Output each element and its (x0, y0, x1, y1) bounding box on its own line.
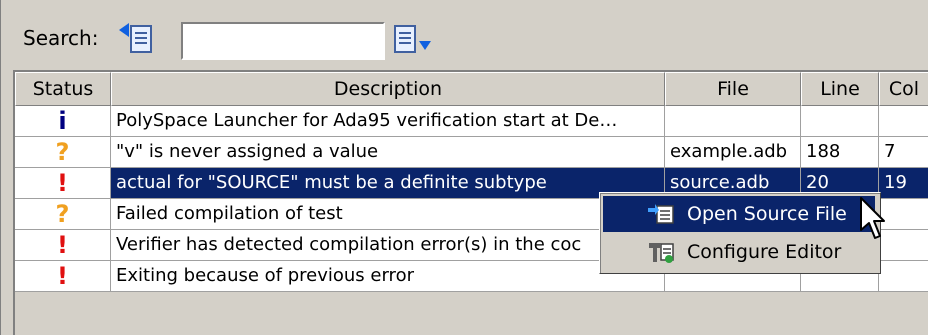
status-cell: ? (15, 137, 111, 168)
open-source-file-icon (639, 203, 683, 225)
status-cell: ! (15, 168, 111, 199)
error-status-icon: ! (57, 262, 68, 290)
col-cell (879, 106, 928, 137)
warning-status-icon: ? (55, 138, 70, 166)
warning-status-icon: ? (55, 200, 70, 228)
search-bar: Search: (9, 12, 921, 64)
menu-item-open-source-file[interactable]: Open Source File (603, 196, 875, 232)
column-header-col[interactable]: Col (879, 72, 928, 106)
column-header-description[interactable]: Description (111, 72, 665, 106)
info-status-icon: i (58, 107, 67, 135)
col-cell: 19 (879, 168, 928, 199)
table-row[interactable]: i PolySpace Launcher for Ada95 verificati… (15, 106, 928, 137)
description-cell: PolySpace Launcher for Ada95 verificatio… (111, 106, 665, 137)
line-cell (801, 106, 879, 137)
status-cell: ? (15, 199, 111, 230)
menu-item-label: Open Source File (687, 203, 847, 225)
file-cell: example.adb (665, 137, 801, 168)
verification-log-panel: Search: Status Description File Line Col… (0, 0, 928, 335)
mouse-pointer-icon (859, 196, 885, 247)
description-cell: Exiting because of previous error (111, 261, 665, 292)
description-cell: "v" is never assigned a value (111, 137, 665, 168)
description-cell: Failed compilation of test (111, 199, 665, 230)
line-cell: 188 (801, 137, 879, 168)
menu-item-label: Configure Editor (687, 241, 842, 263)
search-input[interactable] (181, 22, 385, 60)
configure-editor-icon (639, 240, 683, 264)
column-header-line[interactable]: Line (801, 72, 879, 106)
status-cell: ! (15, 230, 111, 261)
menu-item-configure-editor[interactable]: Configure Editor (603, 234, 875, 270)
status-cell: ! (15, 261, 111, 292)
col-cell (879, 199, 928, 230)
context-menu: Open Source File Configure Editor (599, 192, 881, 274)
col-cell (879, 230, 928, 261)
description-cell: actual for "SOURCE" must be a definite s… (111, 168, 665, 199)
file-cell (665, 106, 801, 137)
search-label: Search: (23, 26, 99, 50)
error-status-icon: ! (57, 231, 68, 259)
table-row[interactable]: ? "v" is never assigned a value example.ad… (15, 137, 928, 168)
column-header-status[interactable]: Status (15, 72, 111, 106)
find-previous-icon[interactable] (117, 20, 157, 58)
status-cell: i (15, 106, 111, 137)
error-status-icon: ! (57, 169, 68, 197)
description-cell: Verifier has detected compilation error(… (111, 230, 665, 261)
find-next-icon[interactable] (393, 20, 433, 58)
column-header-file[interactable]: File (665, 72, 801, 106)
col-cell: 7 (879, 137, 928, 168)
col-cell (879, 261, 928, 292)
